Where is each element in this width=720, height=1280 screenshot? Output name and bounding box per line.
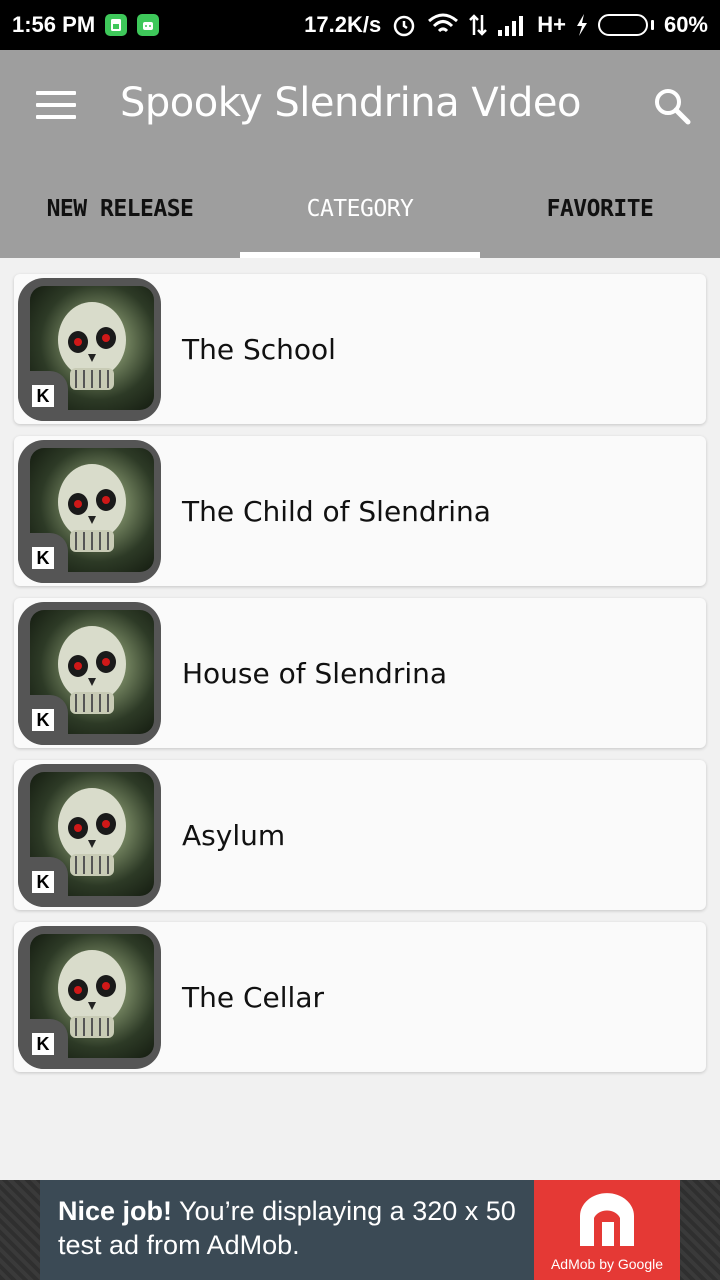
k-logo-icon: K: [32, 871, 54, 893]
admob-logo-icon: [580, 1193, 634, 1246]
category-label: The School: [182, 332, 336, 366]
network-speed: 17.2K/s: [304, 12, 382, 37]
battery-icon: [597, 14, 654, 36]
ad-text: Nice job! You’re displaying a 320 x 50 t…: [40, 1180, 534, 1280]
tab-favorite[interactable]: FAVORITE: [480, 160, 720, 258]
alarm-clock-icon: [391, 12, 417, 38]
category-thumbnail: K: [18, 278, 161, 421]
status-time: 1:56 PM: [12, 12, 96, 37]
data-transfer-icon: [469, 13, 488, 37]
tab-bar: NEW RELEASE CATEGORY FAVORITE: [0, 160, 720, 258]
category-list: K The School K The Child of Slendrina K …: [14, 274, 706, 1084]
category-label: The Child of Slendrina: [182, 494, 491, 528]
android-robot-icon: [137, 14, 160, 36]
category-label: House of Slendrina: [182, 656, 448, 690]
k-logo-icon: K: [32, 709, 54, 731]
category-thumbnail: K: [18, 764, 161, 907]
status-bar: 1:56 PM 17.2K/s H+ 60%: [0, 0, 720, 50]
hamburger-menu-icon[interactable]: [36, 91, 76, 119]
app-bar: Spooky Slendrina Video NEW RELEASE CATEG…: [0, 50, 720, 258]
category-thumbnail: K: [18, 926, 161, 1069]
k-logo-icon: K: [32, 1033, 54, 1055]
category-label: Asylum: [182, 818, 286, 852]
ad-banner[interactable]: Nice job! You’re displaying a 320 x 50 t…: [40, 1180, 680, 1280]
admob-logo: AdMob by Google: [534, 1180, 680, 1280]
k-logo-icon: K: [32, 385, 54, 407]
category-label: The Cellar: [182, 980, 324, 1014]
category-item-the-school[interactable]: K The School: [14, 274, 706, 424]
category-item-asylum[interactable]: K Asylum: [14, 760, 706, 910]
signal-strength-icon: [497, 14, 527, 36]
tab-category[interactable]: CATEGORY: [240, 160, 480, 258]
search-icon[interactable]: [652, 86, 692, 126]
wifi-icon: [427, 13, 459, 37]
active-tab-indicator: [240, 252, 480, 258]
tab-new-release[interactable]: NEW RELEASE: [0, 160, 240, 258]
category-item-house-of-slendrina[interactable]: K House of Slendrina: [14, 598, 706, 748]
category-item-the-cellar[interactable]: K The Cellar: [14, 922, 706, 1072]
network-type: H+: [537, 12, 566, 37]
category-item-the-child-of-slendrina[interactable]: K The Child of Slendrina: [14, 436, 706, 586]
battery-percent: 60%: [663, 12, 708, 37]
sim-card-icon: [105, 14, 128, 36]
app-title: Spooky Slendrina Video: [120, 80, 581, 126]
ad-headline: Nice job!: [58, 1196, 173, 1226]
k-logo-icon: K: [32, 547, 54, 569]
category-thumbnail: K: [18, 440, 161, 583]
toolbar: Spooky Slendrina Video: [0, 50, 720, 160]
ad-area: Nice job! You’re displaying a 320 x 50 t…: [0, 1180, 720, 1280]
charging-bolt-icon: [576, 14, 588, 36]
admob-logo-text: AdMob by Google: [550, 1256, 664, 1272]
category-thumbnail: K: [18, 602, 161, 745]
